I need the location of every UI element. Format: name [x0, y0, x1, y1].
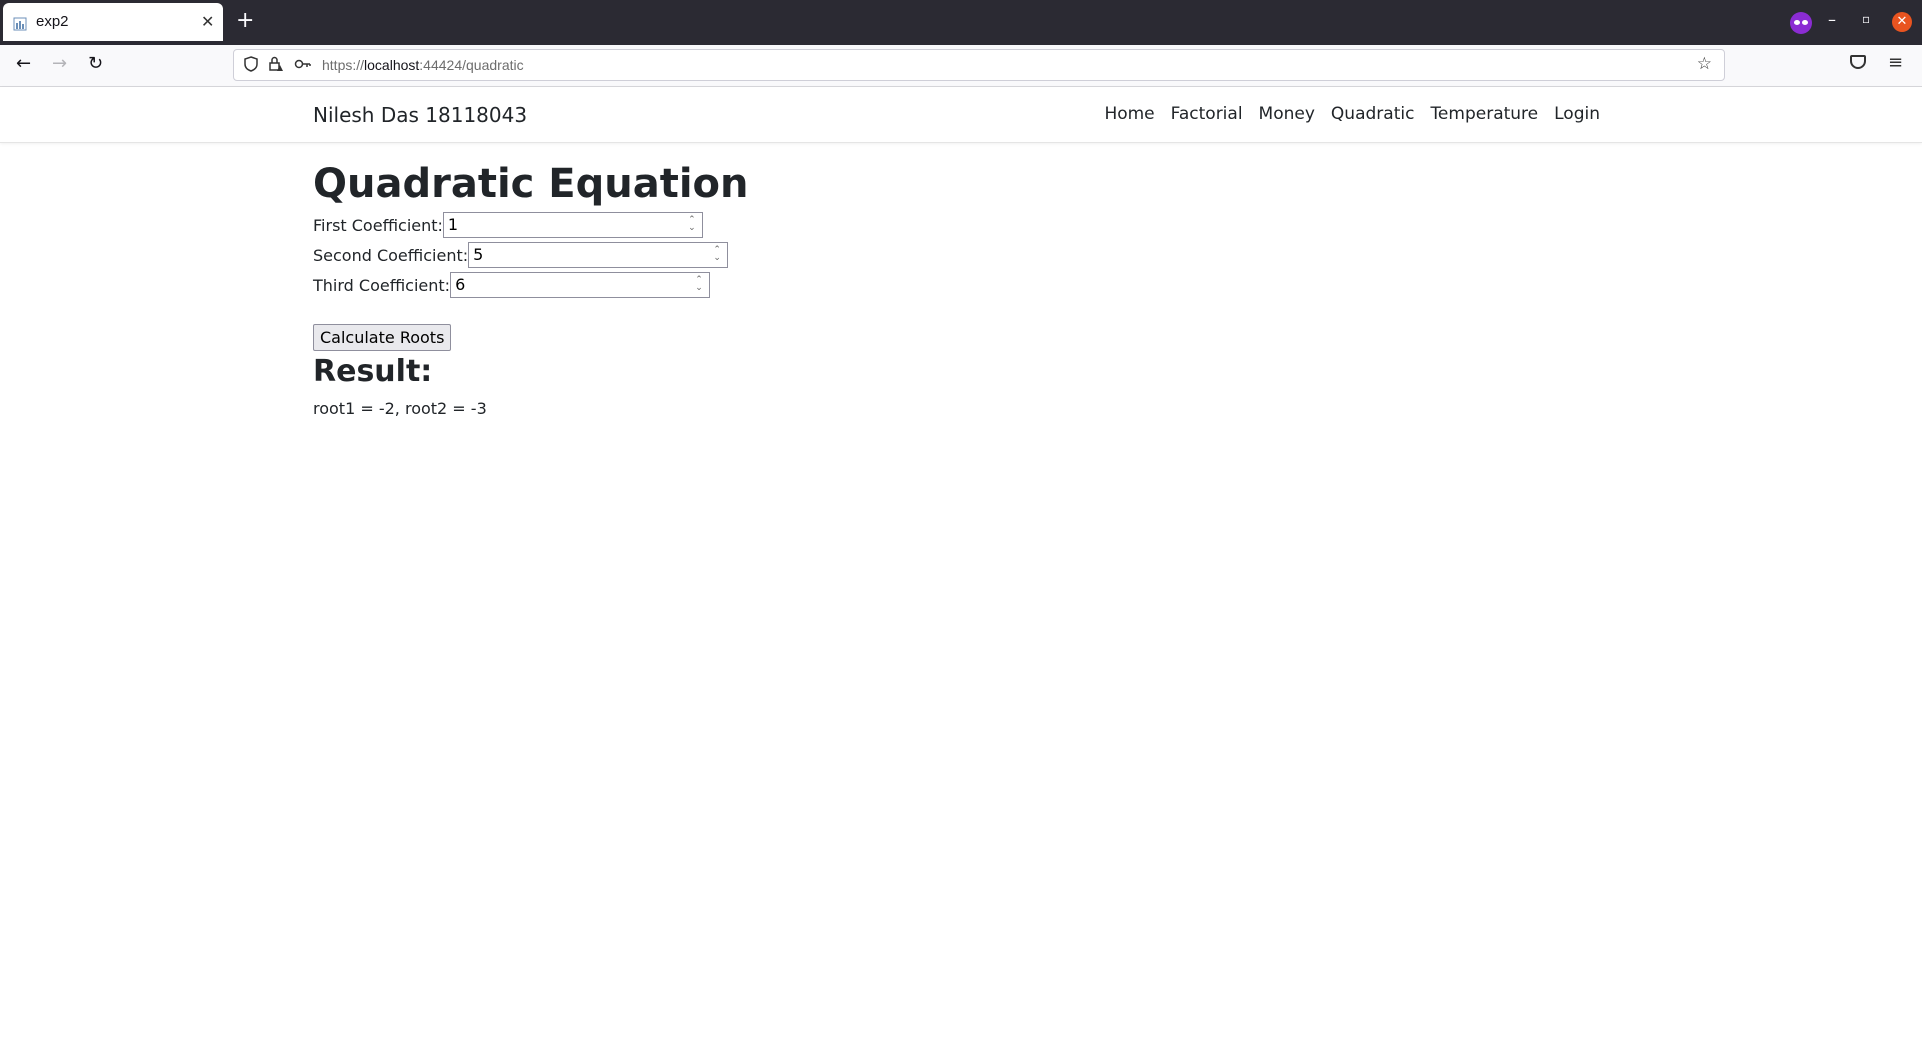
tab-close-icon[interactable]: ✕ — [201, 12, 214, 31]
lock-warning-icon[interactable] — [268, 56, 284, 72]
main-content: Quadratic Equation First Coefficient: 1 … — [313, 158, 749, 418]
restore-icon[interactable]: ▫ — [1862, 12, 1870, 26]
url-text[interactable]: https://localhost:44424/quadratic — [322, 57, 524, 73]
spinner-icon[interactable]: ⌃ ⌄ — [711, 246, 723, 264]
url-scheme: https:// — [322, 57, 365, 73]
spinner-icon[interactable]: ⌃ ⌄ — [693, 276, 705, 294]
back-arrow-icon[interactable]: ← — [16, 53, 31, 74]
nav-link-login[interactable]: Login — [1554, 104, 1600, 124]
private-browsing-icon — [1790, 12, 1812, 34]
result-text: root1 = -2, root2 = -3 — [313, 399, 487, 418]
site-navbar: Nilesh Das 18118043 Home Factorial Money… — [0, 87, 1922, 143]
nav-link-money[interactable]: Money — [1259, 104, 1315, 124]
first-coefficient-label: First Coefficient: — [313, 215, 443, 235]
url-host: localhost — [364, 57, 420, 73]
nav-link-home[interactable]: Home — [1104, 104, 1154, 124]
form-row-third: Third Coefficient: 6 ⌃ ⌄ — [313, 270, 749, 300]
second-coefficient-value: 5 — [473, 245, 484, 264]
third-coefficient-input[interactable]: 6 ⌃ ⌄ — [450, 272, 711, 298]
forward-arrow-icon[interactable]: → — [52, 53, 67, 74]
url-path: :44424/quadratic — [419, 57, 524, 73]
hamburger-menu-icon[interactable]: ≡ — [1888, 52, 1903, 73]
form-row-second: Second Coefficient: 5 ⌃ ⌄ — [313, 240, 749, 270]
second-coefficient-input[interactable]: 5 ⌃ ⌄ — [468, 242, 729, 268]
nav-link-temperature[interactable]: Temperature — [1430, 104, 1538, 124]
page-icon — [13, 17, 27, 31]
tab-title: exp2 — [36, 13, 69, 30]
nav-link-quadratic[interactable]: Quadratic — [1331, 104, 1415, 124]
browser-toolbar: ← → ↻ https://localhost:44424/quadratic … — [0, 45, 1922, 87]
reload-icon[interactable]: ↻ — [88, 53, 103, 74]
shield-icon[interactable] — [244, 56, 258, 72]
key-icon[interactable] — [294, 58, 312, 70]
new-tab-button[interactable]: + — [236, 8, 254, 33]
spinner-icon[interactable]: ⌃ ⌄ — [686, 216, 698, 234]
result-heading: Result: — [313, 354, 433, 389]
form-row-first: First Coefficient: 1 ⌃ ⌄ — [313, 210, 749, 240]
nav-links: Home Factorial Money Quadratic Temperatu… — [1104, 104, 1600, 124]
third-coefficient-value: 6 — [455, 275, 466, 294]
first-coefficient-value: 1 — [447, 215, 459, 234]
browser-tab[interactable]: exp2 ✕ — [3, 3, 223, 41]
calculate-roots-button[interactable]: Calculate Roots — [313, 324, 452, 351]
pocket-icon[interactable] — [1850, 55, 1866, 69]
bookmark-star-icon[interactable]: ☆ — [1697, 54, 1712, 74]
third-coefficient-label: Third Coefficient: — [313, 275, 451, 295]
nav-link-factorial[interactable]: Factorial — [1171, 104, 1243, 124]
window-close-icon[interactable]: ✕ — [1892, 12, 1912, 32]
page-title: Quadratic Equation — [313, 161, 749, 207]
browser-tab-bar: exp2 ✕ + – ▫ ✕ — [0, 0, 1922, 45]
address-bar[interactable]: https://localhost:44424/quadratic ☆ — [233, 49, 1725, 81]
site-brand[interactable]: Nilesh Das 18118043 — [313, 103, 527, 127]
first-coefficient-input[interactable]: 1 ⌃ ⌄ — [442, 212, 703, 238]
minimize-icon[interactable]: – — [1828, 10, 1836, 29]
second-coefficient-label: Second Coefficient: — [313, 245, 469, 265]
